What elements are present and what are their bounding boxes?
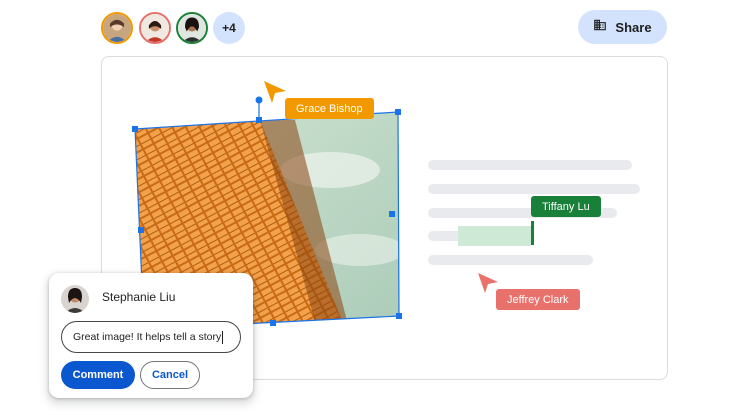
more-collaborators-badge[interactable]: +4	[213, 12, 245, 44]
text-caret	[531, 221, 534, 245]
share-button[interactable]: Share	[578, 10, 667, 44]
comment-button[interactable]: Comment	[61, 361, 135, 389]
collaborator-avatar[interactable]	[139, 12, 171, 44]
text-line	[428, 160, 632, 170]
input-caret	[222, 330, 224, 344]
domain-building-icon	[593, 18, 607, 37]
collaborator-avatar[interactable]	[101, 12, 133, 44]
text-line	[428, 255, 593, 265]
share-label: Share	[615, 19, 652, 35]
cancel-button[interactable]: Cancel	[140, 361, 200, 389]
comment-author: Stephanie Liu	[102, 290, 176, 304]
collaborator-avatar[interactable]	[176, 12, 208, 44]
comment-input-text: Great image! It helps tell a story	[73, 331, 222, 343]
text-selection-highlight	[458, 226, 531, 246]
comment-input[interactable]: Great image! It helps tell a story	[61, 321, 241, 353]
text-line	[428, 184, 640, 194]
comment-card: Stephanie Liu Great image! It helps tell…	[49, 273, 253, 398]
cursor-label-jeffrey: Jeffrey Clark	[496, 289, 580, 310]
avatar	[61, 285, 89, 313]
cursor-label-grace: Grace Bishop	[285, 98, 374, 119]
cursor-label-tiffany: Tiffany Lu	[531, 196, 601, 217]
